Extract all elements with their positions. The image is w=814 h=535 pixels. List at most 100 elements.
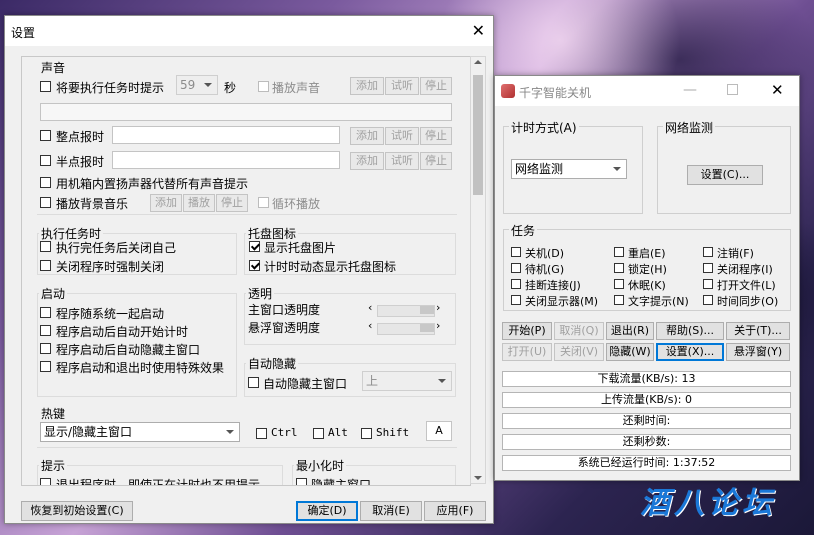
main-button[interactable]: 关闭(V) <box>554 343 604 361</box>
apply-button[interactable]: 应用(F) <box>424 501 486 521</box>
slider-right-icon[interactable]: › <box>436 301 440 314</box>
ctrl-checkbox[interactable] <box>256 428 267 439</box>
main-button[interactable]: 开始(P) <box>502 322 552 340</box>
autohide-group-title: 自动隐藏 <box>246 355 299 372</box>
dynamic-tray-checkbox[interactable] <box>249 260 260 271</box>
half-hourly-sound-input[interactable] <box>112 151 340 169</box>
main-titlebar: 千字智能关机 — ✕ <box>495 76 799 106</box>
network-label: 网络监测 <box>663 119 716 136</box>
close-icon[interactable]: ✕ <box>472 21 485 40</box>
task-checkbox[interactable] <box>511 279 521 289</box>
autohide-checkbox[interactable] <box>248 377 259 388</box>
with-system-checkbox[interactable] <box>40 307 51 318</box>
minimize-hide-label: 隐藏主窗口 <box>311 478 372 486</box>
close-icon[interactable]: ✕ <box>771 81 784 99</box>
task-checkbox[interactable] <box>614 279 624 289</box>
hourly-listen-button[interactable]: 试听 <box>385 127 419 145</box>
main-button[interactable]: 取消(Q) <box>554 322 604 340</box>
bg-play-button[interactable]: 播放 <box>183 194 215 212</box>
main-button[interactable]: 打开(U) <box>502 343 552 361</box>
timing-select[interactable]: 网络监测 <box>511 159 627 179</box>
loop-checkbox[interactable] <box>258 197 269 208</box>
play-sound-checkbox[interactable] <box>258 81 269 92</box>
maximize-icon[interactable] <box>727 84 738 95</box>
bg-music-checkbox[interactable] <box>40 197 51 208</box>
transparency-group-title: 透明 <box>246 285 275 302</box>
task-checkbox[interactable] <box>614 295 624 305</box>
special-effect-checkbox[interactable] <box>40 361 51 372</box>
task-checkbox[interactable] <box>703 295 713 305</box>
task-label: 打开文件(L) <box>717 279 776 292</box>
exit-no-tip-checkbox[interactable] <box>40 478 51 485</box>
hourly-add-button[interactable]: 添加 <box>350 127 384 145</box>
task-label: 关机(D) <box>525 247 565 260</box>
task-label: 重启(E) <box>628 247 666 260</box>
half-hourly-add-button[interactable]: 添加 <box>350 152 384 170</box>
float-transparency-slider[interactable] <box>377 323 435 335</box>
task-checkbox[interactable] <box>511 263 521 273</box>
scroll-down-icon[interactable] <box>474 476 482 480</box>
main-button[interactable]: 关于(T)... <box>726 322 790 340</box>
auto-start-checkbox[interactable] <box>40 325 51 336</box>
task-checkbox[interactable] <box>511 247 521 257</box>
timing-label: 计时方式(A) <box>509 119 579 136</box>
hotkey-group-title: 热键 <box>39 405 68 422</box>
task-checkbox[interactable] <box>614 263 624 273</box>
slider-left-icon[interactable]: ‹ <box>368 301 372 314</box>
task-label: 注销(F) <box>717 247 754 260</box>
remind-sound-path-input[interactable] <box>40 103 452 121</box>
remind-add-button[interactable]: 添加 <box>350 77 384 95</box>
shift-checkbox[interactable] <box>361 428 372 439</box>
slider-right-icon[interactable]: › <box>436 319 440 332</box>
remind-stop-button[interactable]: 停止 <box>420 77 452 95</box>
auto-hide-startup-checkbox[interactable] <box>40 343 51 354</box>
remind-listen-button[interactable]: 试听 <box>385 77 419 95</box>
main-button[interactable]: 隐藏(W) <box>606 343 654 361</box>
show-tray-checkbox[interactable] <box>249 241 260 252</box>
task-checkbox[interactable] <box>511 295 521 305</box>
main-button[interactable]: 帮助(S)... <box>656 322 724 340</box>
task-checkbox[interactable] <box>703 247 713 257</box>
main-button[interactable]: 退出(R) <box>606 322 654 340</box>
slider-left-icon[interactable]: ‹ <box>368 319 372 332</box>
startup-group-title: 启动 <box>39 285 68 302</box>
use-speaker-checkbox[interactable] <box>40 177 51 188</box>
main-transparency-slider[interactable] <box>377 305 435 317</box>
main-title: 千字智能关机 <box>519 86 592 100</box>
bg-stop-button[interactable]: 停止 <box>216 194 248 212</box>
minimize-icon[interactable]: — <box>683 82 697 98</box>
reset-button[interactable]: 恢复到初始设置(C) <box>21 501 133 521</box>
main-button[interactable]: 设置(X)... <box>656 343 724 361</box>
half-hourly-checkbox[interactable] <box>40 155 51 166</box>
scroll-up-icon[interactable] <box>474 60 482 64</box>
shift-label: Shift <box>376 426 410 439</box>
hotkey-key-input[interactable]: A <box>426 421 452 441</box>
network-settings-button[interactable]: 设置(C)... <box>687 165 763 185</box>
task-checkbox[interactable] <box>614 247 624 257</box>
half-hourly-stop-button[interactable]: 停止 <box>420 152 452 170</box>
remind-seconds-select[interactable]: 59 <box>176 75 218 95</box>
cancel-button[interactable]: 取消(E) <box>360 501 422 521</box>
bg-add-button[interactable]: 添加 <box>150 194 182 212</box>
scroll-thumb[interactable] <box>473 75 483 195</box>
alt-checkbox[interactable] <box>313 428 324 439</box>
remind-before-checkbox[interactable] <box>40 81 51 92</box>
hourly-stop-button[interactable]: 停止 <box>420 127 452 145</box>
task-checkbox[interactable] <box>703 263 713 273</box>
minimize-hide-checkbox[interactable] <box>296 478 307 485</box>
force-close-checkbox[interactable] <box>40 260 51 271</box>
autohide-position-select[interactable]: 上 <box>362 371 452 391</box>
auto-start-label: 程序启动后自动开始计时 <box>56 325 189 339</box>
hourly-checkbox[interactable] <box>40 130 51 141</box>
ok-button[interactable]: 确定(D) <box>296 501 358 521</box>
status-remaining-time: 还剩时间: <box>502 413 791 429</box>
half-hourly-listen-button[interactable]: 试听 <box>385 152 419 170</box>
settings-scrollbar[interactable] <box>470 56 486 484</box>
close-self-checkbox[interactable] <box>40 241 51 252</box>
status-upload: 上传流量(KB/s): 0 <box>502 392 791 408</box>
loop-label: 循环播放 <box>272 197 321 211</box>
task-checkbox[interactable] <box>703 279 713 289</box>
hotkey-action-select[interactable]: 显示/隐藏主窗口 <box>40 422 240 442</box>
hourly-sound-input[interactable] <box>112 126 340 144</box>
main-button[interactable]: 悬浮窗(Y) <box>726 343 790 361</box>
